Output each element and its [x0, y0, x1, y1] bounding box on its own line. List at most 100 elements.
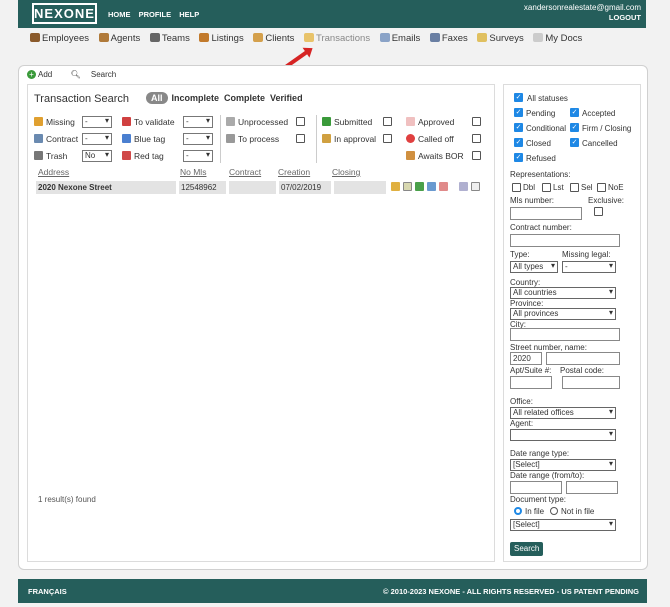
cancelled-checkbox[interactable]: ✓: [570, 138, 579, 147]
street-number-input[interactable]: 2020: [510, 352, 542, 365]
missing-legal-select[interactable]: -: [562, 261, 616, 273]
tag-icon[interactable]: [391, 182, 400, 191]
print-icon[interactable]: [427, 182, 436, 191]
module-listings[interactable]: Listings: [199, 33, 244, 44]
nav-profile[interactable]: PROFILE: [139, 10, 172, 19]
in-approval-checkbox[interactable]: [383, 134, 392, 143]
exclusive-checkbox[interactable]: [594, 207, 603, 216]
search-button[interactable]: Search: [510, 542, 544, 556]
module-agents[interactable]: Agents: [98, 33, 140, 44]
mls-number-input[interactable]: [510, 207, 582, 220]
teams-icon: [149, 33, 160, 42]
city-input[interactable]: [510, 328, 620, 341]
office-select[interactable]: All related offices: [510, 407, 616, 419]
cell-mls: 12548962: [179, 181, 226, 194]
country-select[interactable]: All countries: [510, 287, 616, 299]
table-row[interactable]: 2020 Nexone Street 12548962 07/02/2019: [36, 181, 488, 194]
main-panel: + Add 🔍︎ Search Transaction Search All Inc…: [18, 65, 648, 570]
pending-checkbox[interactable]: ✓: [514, 108, 523, 117]
missing-icon: [34, 117, 43, 126]
firm-closing-checkbox[interactable]: ✓: [570, 123, 579, 132]
x-icon: [226, 117, 235, 126]
tab-incomplete[interactable]: Incomplete: [172, 93, 220, 103]
module-faxes[interactable]: Faxes: [429, 33, 468, 44]
office-label: Office:: [510, 397, 533, 406]
called-off-checkbox[interactable]: [472, 134, 481, 143]
edit-icon[interactable]: [459, 182, 468, 191]
logout-link[interactable]: LOGOUT: [524, 13, 641, 23]
noe-checkbox[interactable]: [597, 183, 606, 192]
module-clients[interactable]: Clients: [253, 33, 294, 44]
page-icon[interactable]: [471, 182, 480, 191]
tab-complete[interactable]: Complete: [224, 93, 265, 103]
date-range-type-select[interactable]: [Select]: [510, 459, 616, 471]
dbl-checkbox[interactable]: [512, 183, 521, 192]
conditional-label: Conditional: [526, 124, 567, 133]
not-in-file-radio[interactable]: [550, 507, 558, 515]
type-select[interactable]: All types: [510, 261, 558, 273]
search-toggle-button[interactable]: 🔍︎ Search: [70, 70, 124, 79]
blue-tag-select[interactable]: -: [183, 133, 213, 145]
column-closing[interactable]: Closing: [332, 167, 360, 177]
contract-number-input[interactable]: [510, 234, 620, 247]
approved-checkbox[interactable]: [472, 117, 481, 126]
trash-select[interactable]: No: [82, 150, 112, 162]
tab-all[interactable]: All: [146, 92, 168, 104]
add-button[interactable]: + Add: [27, 70, 60, 79]
search-icon: 🔍︎: [70, 70, 81, 79]
filter-submitted: Submitted: [322, 117, 372, 127]
document-icon[interactable]: [403, 182, 412, 191]
column-contract[interactable]: Contract: [229, 167, 261, 177]
all-statuses-checkbox[interactable]: ✓: [514, 93, 523, 102]
column-creation[interactable]: Creation: [278, 167, 310, 177]
province-select[interactable]: All provinces: [510, 308, 616, 320]
add-icon[interactable]: [415, 182, 424, 191]
conditional-checkbox[interactable]: ✓: [514, 123, 523, 132]
nav-home[interactable]: HOME: [108, 10, 131, 19]
refused-checkbox[interactable]: ✓: [514, 153, 523, 162]
client-icon: [253, 33, 264, 42]
submitted-checkbox[interactable]: [383, 117, 392, 126]
nav-help[interactable]: HELP: [179, 10, 199, 19]
module-teams[interactable]: Teams: [149, 33, 190, 44]
date-to-input[interactable]: [566, 481, 618, 494]
contract-number-label: Contract number:: [510, 223, 572, 232]
all-statuses-label: All statuses: [527, 94, 568, 103]
module-employees[interactable]: Employees: [30, 33, 89, 44]
user-email: xandersonrealestate@gmail.com: [523, 3, 641, 12]
survey-icon: [477, 33, 488, 42]
sel-checkbox[interactable]: [570, 183, 579, 192]
apt-input[interactable]: [510, 376, 552, 389]
contract-select[interactable]: -: [82, 133, 112, 145]
in-file-radio[interactable]: [514, 507, 522, 515]
nexone-logo[interactable]: NEXONE: [32, 3, 97, 24]
red-tag-select[interactable]: -: [183, 150, 213, 162]
language-link[interactable]: FRANÇAIS: [28, 587, 67, 596]
module-surveys[interactable]: Surveys: [477, 33, 524, 44]
postal-code-input[interactable]: [562, 376, 620, 389]
awaits-bor-checkbox[interactable]: [472, 151, 481, 160]
cell-address[interactable]: 2020 Nexone Street: [36, 181, 176, 194]
column-mls[interactable]: No Mls: [180, 167, 206, 177]
tab-verified[interactable]: Verified: [270, 93, 303, 103]
accepted-checkbox[interactable]: ✓: [570, 108, 579, 117]
date-from-input[interactable]: [510, 481, 562, 494]
agent-select[interactable]: [510, 429, 616, 441]
filter-contract: Contract: [34, 134, 78, 144]
closed-checkbox[interactable]: ✓: [514, 138, 523, 147]
unprocessed-checkbox[interactable]: [296, 117, 305, 126]
document-type-select[interactable]: [Select]: [510, 519, 616, 531]
street-name-input[interactable]: [546, 352, 620, 365]
person-icon[interactable]: [439, 182, 448, 191]
lst-checkbox[interactable]: [542, 183, 551, 192]
filter-approved: Approved: [406, 117, 454, 127]
module-mydocs[interactable]: My Docs: [533, 33, 582, 44]
column-address[interactable]: Address: [38, 167, 69, 177]
module-transactions[interactable]: Transactions: [304, 33, 370, 44]
to-validate-select[interactable]: -: [183, 116, 213, 128]
missing-select[interactable]: -: [82, 116, 112, 128]
firm-closing-label: Firm / Closing: [582, 124, 632, 133]
to-process-checkbox[interactable]: [296, 134, 305, 143]
document-type-label: Document type:: [510, 495, 567, 504]
module-emails[interactable]: Emails: [379, 33, 420, 44]
